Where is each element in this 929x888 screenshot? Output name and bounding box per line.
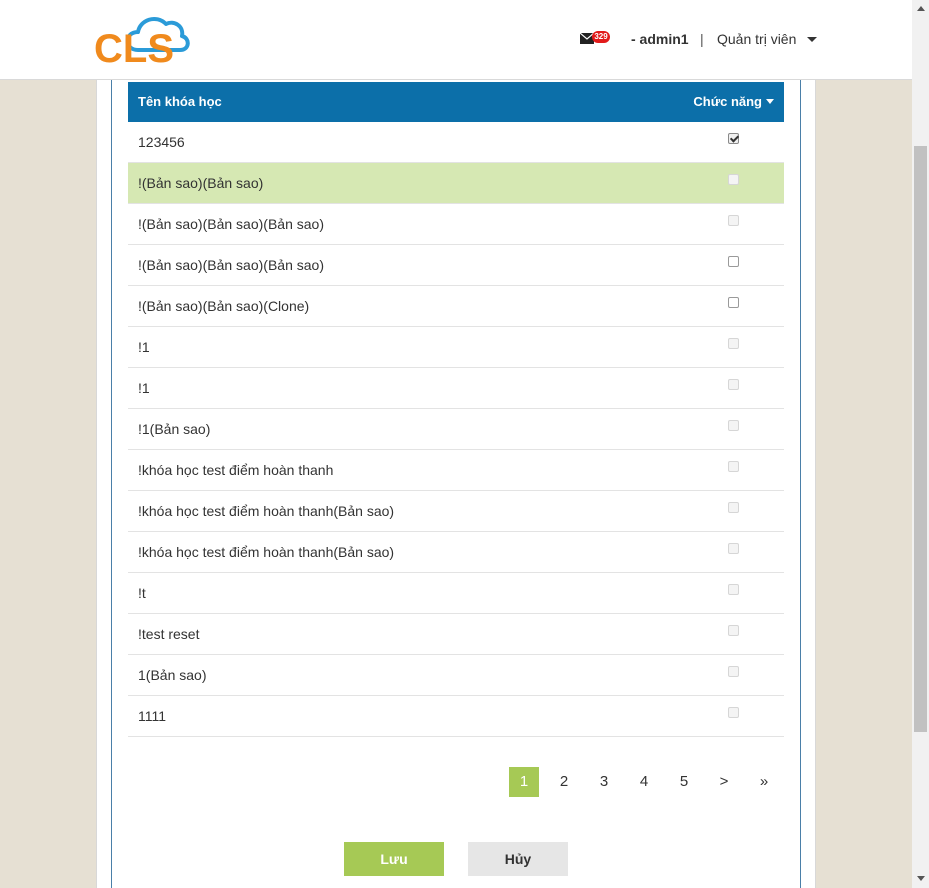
course-name: 1111 [138, 708, 167, 724]
course-checkbox [728, 420, 739, 431]
table-row[interactable]: !khóa học test điểm hoàn thanh(Bản sao) [128, 491, 784, 532]
top-header: CLS 329 - admin1 | Quản trị viên [0, 0, 912, 80]
course-checkbox [728, 625, 739, 636]
table-row[interactable]: !khóa học test điểm hoàn thanh [128, 450, 784, 491]
page-link[interactable]: 5 [669, 767, 699, 797]
course-name: !1 [138, 380, 150, 396]
scroll-up-arrow-icon[interactable] [917, 6, 925, 11]
table-row[interactable]: !(Bản sao)(Bản sao) [128, 163, 784, 204]
course-checkbox [728, 461, 739, 472]
table-row[interactable]: !khóa học test điểm hoàn thanh(Bản sao) [128, 532, 784, 573]
mail-count-badge: 329 [592, 31, 610, 43]
course-name: !t [138, 585, 146, 601]
course-checkbox [728, 379, 739, 390]
table-row[interactable]: !(Bản sao)(Bản sao)(Bản sao) [128, 245, 784, 286]
course-name: !1(Bản sao) [138, 421, 211, 437]
course-checkbox[interactable] [728, 297, 739, 308]
course-name: !(Bản sao)(Bản sao)(Bản sao) [138, 257, 324, 273]
save-button[interactable]: Lưu [344, 842, 444, 876]
course-name: 123456 [138, 134, 185, 150]
course-checkbox [728, 502, 739, 513]
caret-down-icon[interactable] [766, 99, 774, 104]
page-link[interactable]: 3 [589, 767, 619, 797]
table-header: Tên khóa học Chức năng [128, 82, 784, 122]
logo-text: CLS [94, 27, 174, 68]
course-name: !(Bản sao)(Bản sao)(Clone) [138, 298, 310, 314]
table-row[interactable]: !t [128, 573, 784, 614]
table-row[interactable]: 1(Bản sao) [128, 655, 784, 696]
column-course-name: Tên khóa học [138, 94, 222, 109]
page-link[interactable]: » [749, 767, 779, 797]
username[interactable]: - admin1 [631, 31, 689, 47]
course-name: !khóa học test điểm hoàn thanh [138, 462, 334, 478]
page-link[interactable]: 2 [549, 767, 579, 797]
course-checkbox [728, 543, 739, 554]
table-row[interactable]: !test reset [128, 614, 784, 655]
cancel-button[interactable]: Hủy [468, 842, 568, 876]
vertical-scrollbar[interactable] [912, 0, 929, 888]
course-name: !1 [138, 339, 150, 355]
course-checkbox[interactable] [728, 256, 739, 267]
table-row[interactable]: !(Bản sao)(Bản sao)(Bản sao) [128, 204, 784, 245]
course-name: 1(Bản sao) [138, 667, 207, 683]
table-row[interactable]: !(Bản sao)(Bản sao)(Clone) [128, 286, 784, 327]
course-name: !khóa học test điểm hoàn thanh(Bản sao) [138, 503, 395, 519]
course-name: !(Bản sao)(Bản sao) [138, 175, 264, 191]
course-checkbox[interactable] [728, 133, 739, 144]
course-name: !test reset [138, 626, 200, 642]
table-row[interactable]: !1 [128, 327, 784, 368]
header-separator: | [700, 31, 704, 47]
table-row[interactable]: 123456 [128, 122, 784, 163]
course-checkbox [728, 584, 739, 595]
chevron-down-icon[interactable] [807, 37, 817, 42]
table-row[interactable]: 1111 [128, 696, 784, 737]
course-list: 123456 !(Bản sao)(Bản sao) !(Bản sao)(Bản … [128, 122, 784, 737]
page-link[interactable]: > [709, 767, 739, 797]
course-checkbox [728, 215, 739, 226]
cls-logo[interactable]: CLS [94, 12, 190, 68]
table-row[interactable]: !1 [128, 368, 784, 409]
page-link[interactable]: 4 [629, 767, 659, 797]
course-name: !khóa học test điểm hoàn thanh(Bản sao) [138, 544, 395, 560]
role-dropdown[interactable]: Quản trị viên [717, 31, 796, 47]
course-checkbox [728, 707, 739, 718]
course-checkbox [728, 338, 739, 349]
column-function-dropdown[interactable]: Chức năng [693, 94, 762, 109]
course-checkbox [728, 666, 739, 677]
course-checkbox [728, 174, 739, 185]
scrollbar-thumb[interactable] [914, 146, 927, 732]
course-name: !(Bản sao)(Bản sao)(Bản sao) [138, 216, 324, 232]
scroll-down-arrow-icon[interactable] [917, 876, 925, 881]
page-link[interactable]: 1 [509, 767, 539, 797]
table-row[interactable]: !1(Bản sao) [128, 409, 784, 450]
